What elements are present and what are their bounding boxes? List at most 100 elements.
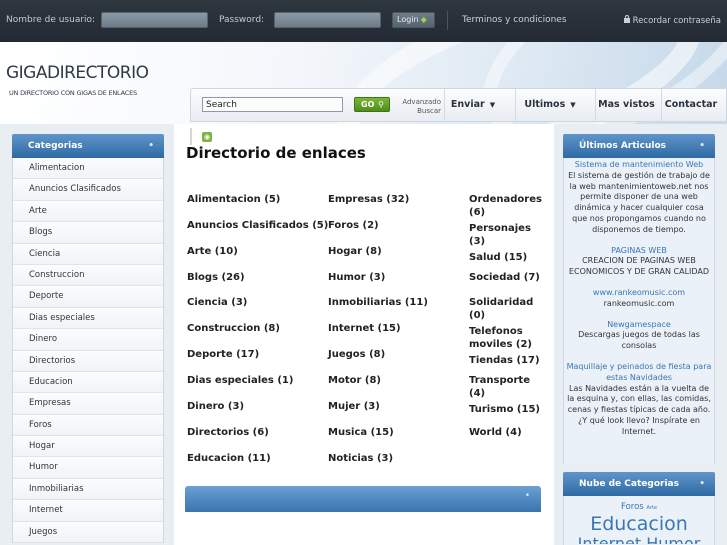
article-item: PAGINAS WEB CREACION DE PAGINAS WEB ECON… — [566, 246, 712, 278]
directory-link[interactable]: Foros (2) — [328, 220, 379, 233]
article-item: Newgamespace Descargas juegos de todas l… — [566, 320, 712, 352]
directory-link[interactable]: Inmobiliarias (11) — [328, 297, 428, 310]
chevron-down-icon: ▼ — [489, 101, 496, 109]
cloud-tag[interactable]: Educacion — [564, 512, 714, 536]
sidebar-item-juegos[interactable]: Juegos — [13, 521, 163, 544]
sidebar-item-arte[interactable]: Arte — [13, 200, 163, 223]
sidebar-item-blogs[interactable]: Blogs — [13, 222, 163, 244]
directory-link[interactable]: Humor (3) — [328, 272, 385, 285]
directory-link[interactable]: Personajes (3) — [469, 223, 539, 248]
nav-label: Enviar — [450, 99, 485, 110]
directory-link[interactable]: Salud (15) — [469, 252, 527, 265]
sidebar-item-dias-especiales[interactable]: Dias especiales — [13, 307, 163, 330]
nav-mas-vistos[interactable]: Mas vistos — [595, 89, 657, 121]
search-button[interactable]: GO ⚲ — [354, 97, 390, 112]
article-title-link[interactable]: www.rankeomusic.com — [566, 288, 712, 299]
cloud-title: Nube de Categorias — [579, 479, 679, 489]
directory-link[interactable]: Arte (10) — [187, 246, 238, 259]
directory-link[interactable]: Construccion (8) — [187, 323, 280, 336]
directory-link[interactable]: Deporte (17) — [187, 349, 259, 362]
directory-link[interactable]: Transporte (4) — [469, 375, 539, 400]
sidebar-item-inmobiliarias[interactable]: Inmobiliarias — [13, 478, 163, 501]
directory-link[interactable]: Internet (15) — [328, 323, 401, 336]
login-button[interactable]: Login ◆ — [392, 12, 435, 28]
directory-link[interactable]: Anuncios Clasificados (5) — [187, 220, 328, 233]
article-summary: rankeomusic.com — [603, 298, 675, 308]
terms-link[interactable]: Terminos y condiciones — [462, 15, 567, 25]
nav-label: Mas vistos — [598, 99, 655, 110]
directory-link[interactable]: Solidaridad (0) — [469, 297, 541, 322]
rss-icon[interactable]: ◉ — [202, 132, 212, 142]
directory-link[interactable]: Sociedad (7) — [469, 272, 540, 285]
article-title-link[interactable]: PAGINAS WEB — [566, 246, 712, 257]
cloud-tag-row: Foros Arte — [564, 502, 714, 512]
username-field[interactable] — [101, 12, 208, 28]
directory-link[interactable]: Dias especiales (1) — [187, 375, 293, 388]
site-header: GIGADIRECTORIO UN DIRECTORIO CON GIGAS D… — [0, 42, 727, 124]
search-icon: ⚲ — [378, 100, 385, 109]
sidebar-item-foros[interactable]: Foros — [13, 414, 163, 437]
article-summary: Descargas juegos de todas las consolas — [578, 330, 700, 351]
sidebar-item-educacion[interactable]: Educacion — [13, 371, 163, 394]
directory-link[interactable]: Juegos (8) — [328, 349, 385, 362]
bullet-icon: • — [699, 479, 705, 489]
directory-link[interactable]: Directorios (6) — [187, 427, 269, 440]
sidebar-item-anuncios[interactable]: Anuncios Clasificados — [13, 179, 163, 201]
directory-link[interactable]: Educacion (11) — [187, 453, 271, 466]
sidebar-item-dinero[interactable]: Dinero — [13, 329, 163, 351]
nav-ultimos[interactable]: Ultimos ▼ — [515, 89, 584, 121]
right-sidebar: Últimos Articulos • Sistema de mantenimie… — [563, 134, 715, 545]
sidebar-item-directorios[interactable]: Directorios — [13, 350, 163, 372]
search-input[interactable] — [202, 97, 343, 112]
password-field[interactable] — [274, 12, 381, 28]
remember-label: Recordar contraseña — [632, 16, 721, 26]
sidebar-item-hogar[interactable]: Hogar — [13, 436, 163, 458]
directory-link[interactable]: Blogs (26) — [187, 272, 245, 285]
divider — [190, 128, 192, 145]
directory-link[interactable]: Noticias (3) — [328, 453, 393, 466]
nav-contactar[interactable]: Contactar — [661, 89, 720, 121]
advanced-search-link[interactable]: Advanzado Buscar — [397, 98, 441, 116]
directory-link[interactable]: Ciencia (3) — [187, 297, 247, 310]
username-label: Nombre de usuario: — [6, 15, 96, 25]
directory-link[interactable]: World (4) — [469, 427, 522, 440]
advanced-line2: Buscar — [417, 107, 441, 115]
directory-link[interactable]: Ordenadores (6) — [469, 194, 547, 219]
cloud-tag[interactable]: Foros — [621, 502, 644, 512]
directory-link[interactable]: Empresas (32) — [328, 194, 409, 207]
cloud-tag[interactable]: Arte — [646, 505, 657, 511]
login-label: Login — [397, 15, 419, 24]
article-item: Maquillaje y peinados de fiesta para est… — [566, 362, 712, 438]
article-title-link[interactable]: Sistema de mantenimiento Web — [566, 160, 712, 171]
directory-link[interactable]: Alimentacion (5) — [187, 194, 280, 207]
directory-link[interactable]: Mujer (3) — [328, 401, 380, 414]
directory-link[interactable]: Dinero (3) — [187, 401, 244, 414]
directory-link[interactable]: Telefonos moviles (2) — [469, 326, 539, 351]
sidebar-item-deporte[interactable]: Deporte — [13, 286, 163, 308]
directory-link[interactable]: Turismo (15) — [469, 404, 540, 417]
login-bar: Nombre de usuario: Password: Login ◆ Term… — [0, 0, 727, 42]
directory-link[interactable]: Hogar (8) — [328, 246, 382, 259]
chevron-down-icon: ▼ — [570, 101, 576, 109]
sidebar-item-internet[interactable]: Internet — [13, 500, 163, 522]
directory-link[interactable]: Musica (15) — [328, 427, 394, 440]
sidebar-item-ciencia[interactable]: Ciencia — [13, 243, 163, 265]
article-title-link[interactable]: Maquillaje y peinados de fiesta para est… — [566, 362, 712, 384]
sidebar-item-humor[interactable]: Humor — [13, 457, 163, 479]
site-tagline: UN DIRECTORIO CON GIGAS DE ENLACES — [9, 89, 137, 97]
nav-enviar[interactable]: Enviar ▼ — [444, 89, 501, 121]
directory-link[interactable]: Tiendas (17) — [469, 355, 540, 368]
articles-list: Sistema de mantenimiento Web El sistema … — [563, 158, 715, 464]
directory-link[interactable]: Motor (8) — [328, 375, 381, 388]
sidebar-item-alimentacion[interactable]: Alimentacion — [13, 158, 163, 180]
sidebar-item-construccion[interactable]: Construccion — [13, 264, 163, 287]
lock-icon — [623, 15, 630, 23]
cloud-tag[interactable]: Internet Humor — [564, 536, 714, 544]
nav-label: Contactar — [664, 99, 718, 110]
category-cloud: Foros Arte Educacion Internet Humor — [563, 496, 715, 545]
remember-password-link[interactable]: Recordar contraseña — [623, 15, 721, 26]
article-title-link[interactable]: Newgamespace — [566, 320, 712, 331]
site-logo[interactable]: GIGADIRECTORIO — [6, 63, 149, 83]
password-label: Password: — [219, 15, 265, 25]
sidebar-item-empresas[interactable]: Empresas — [13, 393, 163, 415]
